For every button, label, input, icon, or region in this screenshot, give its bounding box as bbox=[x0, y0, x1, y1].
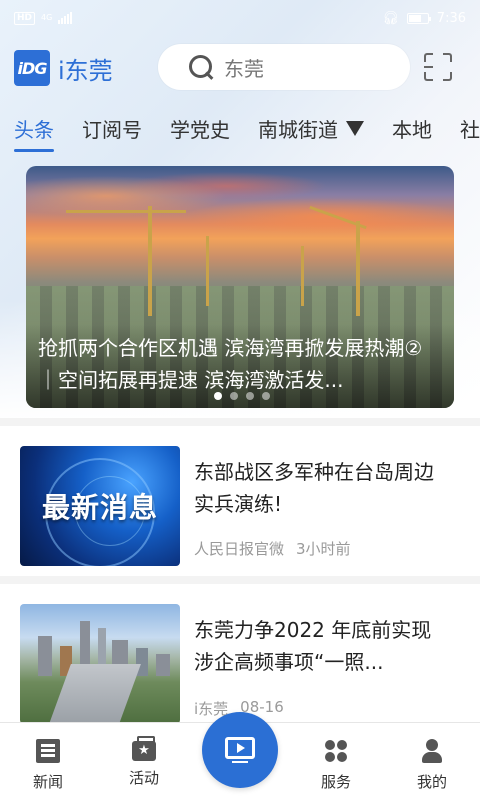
news-title: 东莞力争2022 年底前实现涉企高频事项“一照... bbox=[194, 618, 432, 674]
search-input[interactable]: 东莞 bbox=[158, 44, 410, 90]
tab-headlines[interactable]: 头条 bbox=[14, 100, 54, 156]
nav-label: 活动 bbox=[128, 769, 159, 787]
crane-mast bbox=[301, 246, 304, 306]
tab-label: 学党史 bbox=[170, 117, 230, 142]
scan-icon[interactable] bbox=[424, 53, 452, 81]
headline-banner[interactable]: 抢抓两个合作区机遇 滨海湾再掀发展热潮②｜空间拓展再提速 滨海湾激活发... bbox=[26, 166, 454, 408]
hd-badge: HD bbox=[14, 11, 36, 25]
tab-label: 社 bbox=[460, 117, 480, 142]
nav-label: 新闻 bbox=[32, 773, 63, 791]
tab-label: 南城街道 bbox=[258, 117, 338, 142]
status-left: HD 4G bbox=[14, 11, 73, 25]
news-icon bbox=[36, 739, 60, 763]
app-name: i东莞 bbox=[58, 56, 113, 85]
nav-item-profile[interactable]: 我的 bbox=[384, 723, 480, 800]
news-source: 人民日报官微 bbox=[194, 540, 285, 558]
carousel-dot bbox=[262, 392, 270, 400]
tab-subscriptions[interactable]: 订阅号 bbox=[82, 100, 142, 156]
carousel-dot bbox=[246, 392, 254, 400]
tab-label: 订阅号 bbox=[82, 117, 142, 142]
tab-label: 头条 bbox=[14, 117, 54, 142]
nav-label: 服务 bbox=[320, 773, 351, 791]
tab-label: 本地 bbox=[392, 117, 432, 142]
tab-nancheng-street[interactable]: 南城街道 bbox=[258, 100, 364, 156]
news-title: 东部战区多军种在台岛周边实兵演练! bbox=[194, 460, 434, 516]
thumbnail-text: 最新消息 bbox=[41, 491, 158, 524]
tab-local[interactable]: 本地 bbox=[392, 100, 432, 156]
search-placeholder: 东莞 bbox=[224, 56, 264, 81]
status-bar: HD 4G 🎧︎ 7:36 bbox=[0, 0, 480, 36]
banner-title: 抢抓两个合作区机遇 滨海湾再掀发展热潮②｜空间拓展再提速 滨海湾激活发... bbox=[38, 336, 423, 392]
carousel-indicator bbox=[214, 392, 270, 400]
battery-icon bbox=[406, 12, 431, 24]
carousel-dot bbox=[214, 392, 222, 400]
news-time: 3小时前 bbox=[296, 540, 351, 558]
nav-label: 我的 bbox=[416, 773, 447, 791]
crane-mast bbox=[206, 236, 209, 306]
profile-icon bbox=[420, 739, 444, 763]
tab-party-history[interactable]: 学党史 bbox=[170, 100, 230, 156]
headphone-icon: 🎧︎ bbox=[382, 10, 399, 26]
status-right: 🎧︎ 7:36 bbox=[382, 11, 466, 26]
nav-item-services[interactable]: 服务 bbox=[288, 723, 384, 800]
search-icon bbox=[188, 54, 214, 80]
crane-jib bbox=[66, 210, 186, 213]
service-icon bbox=[324, 739, 348, 763]
app-logo[interactable]: iDG i东莞 bbox=[14, 50, 113, 86]
section-divider bbox=[0, 418, 480, 426]
nav-item-activities[interactable]: 活动 bbox=[96, 723, 192, 800]
network-type: 4G bbox=[41, 13, 53, 22]
crane-mast bbox=[148, 206, 152, 316]
video-icon bbox=[225, 737, 255, 763]
logo-mark-icon: iDG bbox=[14, 50, 50, 86]
news-meta: 人民日报官微 3小时前 bbox=[194, 538, 351, 559]
app-header: iDG i东莞 东莞 bbox=[0, 40, 480, 96]
dropdown-arrow-icon bbox=[346, 120, 364, 136]
news-thumbnail: 最新消息 bbox=[20, 446, 180, 566]
crane-mast bbox=[356, 221, 360, 316]
video-center-button[interactable] bbox=[202, 712, 278, 788]
news-thumbnail bbox=[20, 604, 180, 724]
nav-item-news[interactable]: 新闻 bbox=[0, 723, 96, 800]
channel-tabs: 头条 订阅号 学党史 南城街道 本地 社 bbox=[0, 100, 480, 156]
news-list-item[interactable]: 最新消息 东部战区多军种在台岛周边实兵演练! 人民日报官微 3小时前 bbox=[0, 426, 480, 576]
carousel-dot bbox=[230, 392, 238, 400]
section-divider bbox=[0, 576, 480, 584]
status-time: 7:36 bbox=[436, 10, 466, 26]
signal-icon bbox=[58, 12, 73, 24]
activity-icon bbox=[132, 736, 156, 761]
tab-society[interactable]: 社 bbox=[460, 100, 480, 156]
